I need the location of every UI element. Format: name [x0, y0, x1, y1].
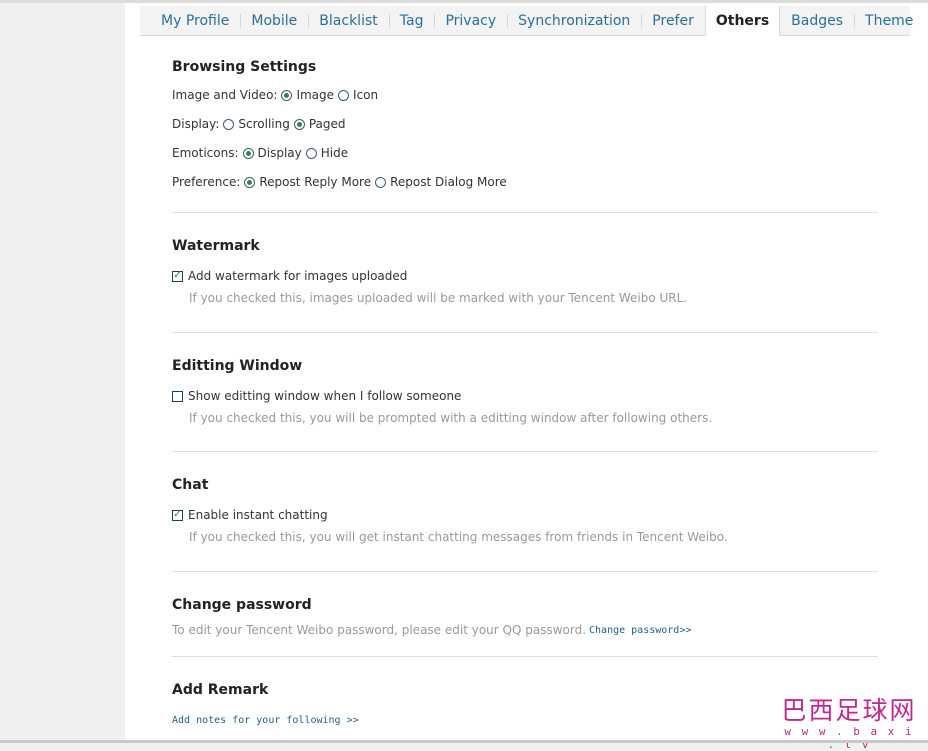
emoticons-row: Emoticons: Display Hide: [172, 144, 878, 162]
settings-page: My Profile Mobile Blacklist Tag Privacy …: [125, 3, 928, 740]
change-password-section: Change password To edit your Tencent Wei…: [172, 597, 878, 637]
tab-blacklist[interactable]: Blacklist: [308, 6, 388, 35]
tab-badges[interactable]: Badges: [780, 6, 854, 35]
section-divider: [172, 212, 878, 213]
tab-my-profile[interactable]: My Profile: [140, 6, 240, 35]
add-notes-link[interactable]: Add notes for your following >>: [172, 715, 359, 726]
chat-title: Chat: [172, 477, 209, 493]
display-option-scrolling[interactable]: Scrolling: [223, 117, 290, 131]
preference-option-dialog[interactable]: Repost Dialog More: [375, 175, 507, 189]
checkbox-checked-icon[interactable]: ✓: [172, 509, 183, 521]
radio-icon[interactable]: [244, 176, 256, 188]
option-label: Image: [296, 88, 335, 102]
emoticons-option-display[interactable]: Display: [242, 146, 302, 160]
radio-icon[interactable]: [281, 89, 293, 101]
display-option-paged[interactable]: Paged: [293, 117, 346, 131]
radio-icon[interactable]: [293, 118, 305, 130]
section-divider: [172, 571, 878, 572]
change-password-title: Change password: [172, 597, 312, 613]
option-label: Repost Reply More: [259, 175, 372, 189]
emoticons-option-hide[interactable]: Hide: [305, 146, 349, 160]
image-video-label: Image and Video:: [172, 88, 278, 102]
chat-checkbox-label: Enable instant chatting: [188, 508, 328, 522]
editing-window-title: Editting Window: [172, 358, 303, 374]
browsing-settings-title: Browsing Settings: [172, 59, 317, 75]
change-password-text: To edit your Tencent Weibo password, ple…: [172, 623, 587, 637]
option-label: Repost Dialog More: [390, 175, 507, 189]
watermark-hint: If you checked this, images uploaded wil…: [189, 291, 688, 305]
radio-icon[interactable]: [305, 147, 317, 159]
checkbox-checked-icon[interactable]: ✓: [172, 270, 183, 282]
section-divider: [172, 332, 878, 333]
tab-synchronization[interactable]: Synchronization: [507, 6, 641, 35]
watermark-title: Watermark: [172, 238, 260, 254]
display-label: Display:: [172, 117, 220, 131]
site-watermark-text: 巴西足球网: [781, 696, 917, 725]
image-video-option-icon[interactable]: Icon: [338, 88, 378, 102]
tab-tag[interactable]: Tag: [388, 6, 435, 35]
section-divider: [172, 451, 878, 452]
display-row: Display: Scrolling Paged: [172, 115, 878, 133]
editing-hint: If you checked this, you will be prompte…: [189, 411, 713, 425]
change-password-row: To edit your Tencent Weibo password, ple…: [172, 623, 878, 637]
checkbox-unchecked-icon[interactable]: [172, 390, 183, 402]
tab-others[interactable]: Others: [704, 6, 781, 36]
option-label: Display: [257, 146, 302, 160]
image-video-option-image[interactable]: Image: [281, 88, 334, 102]
preference-option-reply[interactable]: Repost Reply More: [244, 175, 371, 189]
emoticons-label: Emoticons:: [172, 146, 239, 160]
section-divider: [172, 656, 878, 657]
add-remark-title: Add Remark: [172, 682, 269, 698]
add-remark-row: Add notes for your following >>: [172, 708, 878, 727]
editing-window-section: Editting Window Show editting window whe…: [172, 358, 878, 425]
settings-tabs: My Profile Mobile Blacklist Tag Privacy …: [140, 6, 913, 36]
preference-row: Preference: Repost Reply More Repost Dia…: [172, 173, 878, 191]
tab-mobile[interactable]: Mobile: [240, 6, 308, 35]
chat-checkbox-row[interactable]: ✓ Enable instant chatting: [172, 506, 878, 524]
browsing-settings-section: Browsing Settings Image and Video: Image…: [172, 59, 878, 191]
chat-section: Chat ✓ Enable instant chatting If you ch…: [172, 477, 878, 544]
editing-checkbox-label: Show editting window when I follow someo…: [188, 389, 462, 403]
radio-icon[interactable]: [242, 147, 254, 159]
editing-checkbox-row[interactable]: Show editting window when I follow someo…: [172, 387, 878, 405]
preference-label: Preference:: [172, 175, 241, 189]
radio-icon[interactable]: [338, 89, 350, 101]
radio-icon[interactable]: [223, 118, 235, 130]
radio-icon[interactable]: [375, 176, 387, 188]
option-label: Scrolling: [238, 117, 290, 131]
site-watermark-url: w w w . b a x i . t v: [784, 725, 914, 751]
option-label: Hide: [320, 146, 349, 160]
watermark-checkbox-label: Add watermark for images uploaded: [188, 269, 408, 283]
watermark-checkbox-row[interactable]: ✓ Add watermark for images uploaded: [172, 267, 878, 285]
tab-privacy[interactable]: Privacy: [434, 6, 507, 35]
option-label: Paged: [308, 117, 346, 131]
chat-hint: If you checked this, you will get instan…: [189, 530, 728, 544]
image-video-row: Image and Video: Image Icon: [172, 86, 878, 104]
tab-theme[interactable]: Theme: [854, 6, 924, 35]
tab-prefer[interactable]: Prefer: [641, 6, 705, 35]
option-label: Icon: [353, 88, 379, 102]
change-password-link[interactable]: Change password>>: [589, 625, 691, 636]
watermark-section: Watermark ✓ Add watermark for images upl…: [172, 238, 878, 305]
add-remark-section: Add Remark Add notes for your following …: [172, 682, 878, 727]
